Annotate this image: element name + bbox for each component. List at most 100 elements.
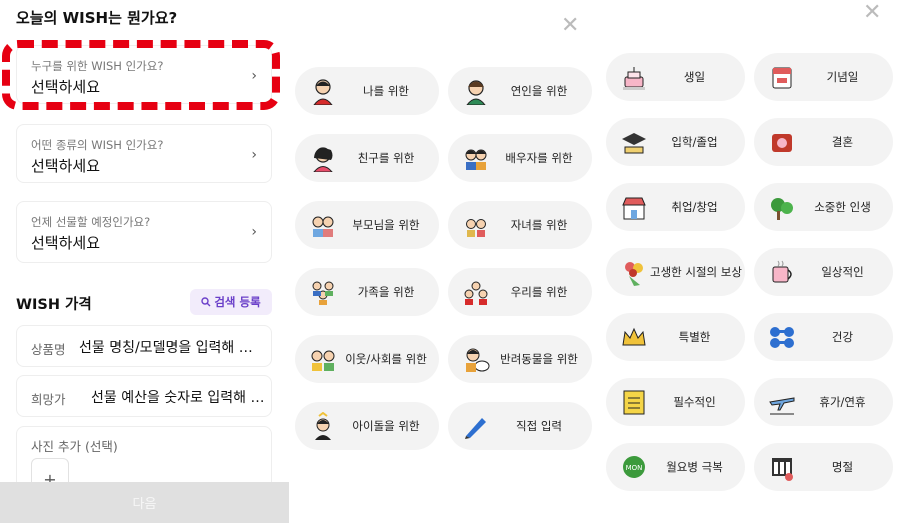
occasion-option[interactable]: 휴가/연휴 xyxy=(754,378,893,426)
desired-price-placeholder: 선물 예산을 숫자로 입력해 … xyxy=(91,390,265,406)
recipient-option[interactable]: 우리를 위한 xyxy=(448,268,592,316)
occasion-option-label: 명절 xyxy=(831,460,854,474)
occasion-option[interactable]: MON 월요병 극복 xyxy=(606,443,745,491)
recipient-option-label: 반려동물을 위한 xyxy=(500,352,578,366)
occasion-option-label: 기념일 xyxy=(826,70,859,84)
mug-icon xyxy=(772,260,792,283)
recipient-option-label: 나를 위한 xyxy=(363,84,409,98)
graduation-cap-icon xyxy=(622,133,646,154)
pet-icon xyxy=(466,348,490,372)
bouquet-icon xyxy=(625,262,643,286)
occasion-option[interactable]: 기념일 xyxy=(754,53,893,101)
tree-icon xyxy=(771,198,793,220)
occasion-option[interactable]: 필수적인 xyxy=(606,378,745,426)
recipient-option-label: 배우자를 위한 xyxy=(505,151,573,165)
close-icon[interactable]: ✕ xyxy=(561,13,579,38)
recipient-option[interactable]: 아이돌을 위한 xyxy=(295,402,439,450)
occasion-option[interactable]: 취업/창업 xyxy=(606,183,745,231)
crown-icon xyxy=(622,327,646,346)
occasion-option[interactable]: 건강 xyxy=(754,313,893,361)
friend-icon xyxy=(313,147,333,172)
occasion-option-label: 건강 xyxy=(831,330,854,344)
search-register-label: 검색 등록 xyxy=(214,295,261,309)
children-icon xyxy=(466,219,486,237)
desired-price-field[interactable]: 희망가 선물 예산을 숫자로 입력해 … xyxy=(16,375,272,417)
recipient-option[interactable]: 가족을 위한 xyxy=(295,268,439,316)
svg-text:MON: MON xyxy=(626,464,643,472)
occasion-option[interactable]: 명절 xyxy=(754,443,893,491)
search-icon xyxy=(201,297,211,307)
photo-upload-label: 사진 추가 (선택) xyxy=(31,439,118,454)
spouse-icon xyxy=(465,149,487,170)
product-name-label: 상품명 xyxy=(31,342,66,357)
occasion-option[interactable]: 고생한 시절의 보상 xyxy=(606,248,745,296)
occasion-option[interactable]: 특별한 xyxy=(606,313,745,361)
search-register-button[interactable]: 검색 등록 xyxy=(190,289,272,315)
occasion-option[interactable]: 입학/졸업 xyxy=(606,118,745,166)
wedding-icon xyxy=(772,134,792,152)
recipient-option-label: 가족을 위한 xyxy=(357,285,415,299)
recipient-picker-screen: ✕ 나를 위한 연인을 위한친구를 위한 배우자를 위한부모님을 위한 자녀를 위한가… xyxy=(289,0,599,523)
occasion-option[interactable]: 소중한 인생 xyxy=(754,183,893,231)
calendar-icon xyxy=(772,67,792,89)
type-value: 선택하세요 xyxy=(31,157,101,175)
recipient-option-label: 직접 입력 xyxy=(516,419,562,433)
occasion-option-label: 생일 xyxy=(683,70,706,84)
monday-icon: MON xyxy=(623,456,645,478)
occasion-option-label: 특별한 xyxy=(678,330,711,344)
price-section-title: WISH 가격 xyxy=(16,297,92,313)
recipient-option[interactable]: 반려동물을 위한 xyxy=(448,335,592,383)
idol-icon xyxy=(315,412,331,440)
type-question: 어떤 종류의 WISH 인가요? xyxy=(31,138,164,152)
occasion-option-label: 필수적인 xyxy=(673,395,716,409)
product-name-field[interactable]: 상품명 선물 명칭/모델명을 입력해 … xyxy=(16,325,272,367)
close-icon[interactable]: ✕ xyxy=(863,0,881,25)
recipient-option-label: 아이돌을 위한 xyxy=(352,419,420,433)
occasion-option-label: 취업/창업 xyxy=(671,200,718,214)
checklist-icon xyxy=(623,390,645,415)
recipient-option-label: 이웃/사회를 위한 xyxy=(345,352,427,366)
recipient-option[interactable]: 부모님을 위한 xyxy=(295,201,439,249)
parents-icon xyxy=(312,216,334,237)
recipient-option[interactable]: 직접 입력 xyxy=(448,402,592,450)
type-select[interactable]: 어떤 종류의 WISH 인가요? 선택하세요 › xyxy=(16,124,272,183)
recipient-option[interactable]: 연인을 위한 xyxy=(448,67,592,115)
dumbbell-icon xyxy=(770,327,794,348)
occasion-option-label: 고생한 시절의 보상 xyxy=(650,265,742,279)
occasion-option-label: 휴가/연휴 xyxy=(819,395,866,409)
neighbor-icon xyxy=(311,350,335,371)
page-title: 오늘의 WISH는 뭔가요? xyxy=(16,9,178,27)
recipient-option[interactable]: 배우자를 위한 xyxy=(448,134,592,182)
date-value: 선택하세요 xyxy=(31,234,101,252)
date-question: 언제 선물할 예정인가요? xyxy=(31,215,151,229)
product-name-placeholder: 선물 명칭/모델명을 입력해 … xyxy=(79,340,253,356)
next-button[interactable]: 다음 xyxy=(0,482,289,523)
pencil-icon xyxy=(465,418,486,439)
highlight-box xyxy=(2,40,280,110)
chevron-right-icon: › xyxy=(251,147,257,163)
cake-icon xyxy=(623,67,645,90)
occasion-option[interactable]: 결혼 xyxy=(754,118,893,166)
recipient-option[interactable]: 친구를 위한 xyxy=(295,134,439,182)
lover-icon xyxy=(466,80,486,105)
recipient-option-label: 자녀를 위한 xyxy=(510,218,568,232)
occasion-option[interactable]: 생일 xyxy=(606,53,745,101)
holiday-icon xyxy=(772,458,793,481)
recipient-option-label: 우리를 위한 xyxy=(510,285,568,299)
date-select[interactable]: 언제 선물할 예정인가요? 선택하세요 › xyxy=(16,201,272,263)
occasion-option-label: 소중한 인생 xyxy=(814,200,871,214)
recipient-option-label: 연인을 위한 xyxy=(510,84,568,98)
recipient-option[interactable]: 자녀를 위한 xyxy=(448,201,592,249)
chevron-right-icon: › xyxy=(251,224,257,240)
recipient-option[interactable]: 나를 위한 xyxy=(295,67,439,115)
recipient-option-label: 부모님을 위한 xyxy=(352,218,420,232)
occasion-option[interactable]: 일상적인 xyxy=(754,248,893,296)
store-icon xyxy=(622,197,646,220)
occasion-option-label: 결혼 xyxy=(831,135,854,149)
airplane-icon xyxy=(769,397,795,415)
occasion-option-label: 월요병 극복 xyxy=(666,460,723,474)
occasion-option-label: 입학/졸업 xyxy=(671,135,718,149)
recipient-option-label: 친구를 위한 xyxy=(357,151,415,165)
occasion-picker-screen: ✕ 생일 기념일입학/졸업 결혼취업/창업 소중한 인생고생한 시절의 보상 일상적인특… xyxy=(599,0,900,523)
recipient-option[interactable]: 이웃/사회를 위한 xyxy=(295,335,439,383)
